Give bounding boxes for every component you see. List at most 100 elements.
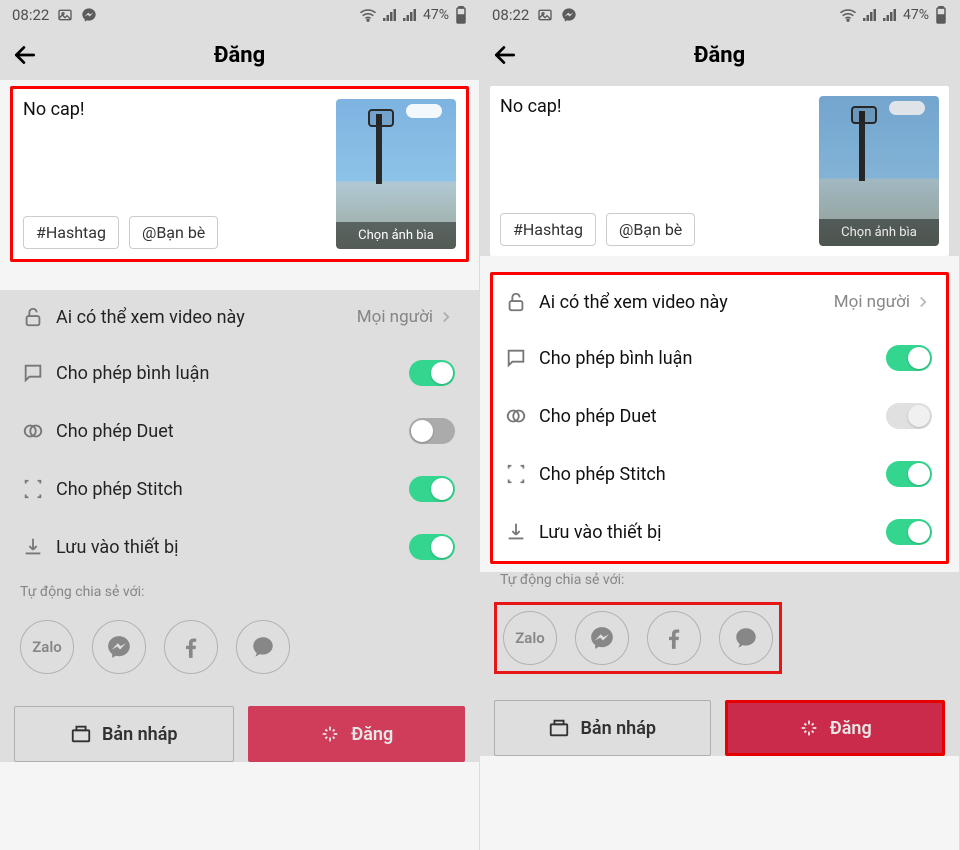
sparkle-icon xyxy=(319,723,341,745)
chat-bubble-icon xyxy=(733,625,759,651)
share-messenger-button[interactable] xyxy=(92,620,146,674)
lower-section: Ai có thể xem video này Mọi người Cho ph… xyxy=(0,290,479,762)
download-icon xyxy=(501,521,531,543)
hashtag-chip[interactable]: #Hashtag xyxy=(500,213,596,246)
gallery-status-icon xyxy=(57,7,73,23)
comments-toggle[interactable] xyxy=(886,345,932,371)
status-bar: 08:22 47% xyxy=(480,0,959,30)
comment-icon xyxy=(501,347,531,369)
draft-button[interactable]: Bản nháp xyxy=(14,706,234,762)
page-title: Đăng xyxy=(694,43,745,68)
duet-icon xyxy=(501,405,531,427)
mention-chip[interactable]: @Bạn bè xyxy=(129,216,218,249)
caption-input[interactable]: No cap! xyxy=(23,99,326,120)
privacy-label: Ai có thể xem video này xyxy=(539,292,834,313)
share-row: Zalo xyxy=(14,614,296,680)
header: Đăng xyxy=(480,30,959,80)
share-facebook-button[interactable] xyxy=(647,611,701,665)
share-row: Zalo xyxy=(494,602,782,674)
share-section: Tự động chia sẻ với: Zalo Bản nháp Đăng xyxy=(480,572,959,756)
arrow-left-icon xyxy=(12,42,38,68)
facebook-icon xyxy=(661,625,687,651)
caption-area: No cap! #Hashtag @Bạn bè Chọn ảnh bìa xyxy=(490,86,949,256)
status-time: 08:22 xyxy=(492,6,529,24)
signal-icon-1 xyxy=(383,9,397,21)
save-label: Lưu vào thiết bị xyxy=(56,537,409,558)
save-label: Lưu vào thiết bị xyxy=(539,522,886,543)
messenger-icon xyxy=(106,634,132,660)
save-toggle[interactable] xyxy=(886,519,932,545)
save-row: Lưu vào thiết bị xyxy=(493,503,946,561)
duet-toggle[interactable] xyxy=(886,403,932,429)
share-messenger-button[interactable] xyxy=(575,611,629,665)
bottom-row: Bản nháp Đăng xyxy=(14,706,465,762)
stitch-row: Cho phép Stitch xyxy=(10,460,469,518)
stitch-icon xyxy=(501,463,531,485)
status-area: 08:22 47% Đăng xyxy=(0,0,479,80)
battery-icon xyxy=(935,6,947,24)
mention-chip[interactable]: @Bạn bè xyxy=(606,213,695,246)
chevron-right-icon xyxy=(914,293,932,311)
draft-label: Bản nháp xyxy=(102,724,178,745)
stitch-toggle[interactable] xyxy=(409,476,455,502)
video-thumbnail[interactable]: Chọn ảnh bìa xyxy=(819,96,939,246)
choose-cover-button[interactable]: Chọn ảnh bìa xyxy=(336,222,456,249)
caption-input[interactable]: No cap! xyxy=(500,96,809,117)
comments-row: Cho phép bình luận xyxy=(493,329,946,387)
duet-row: Cho phép Duet xyxy=(493,387,946,445)
draft-button[interactable]: Bản nháp xyxy=(494,700,711,756)
signal-icon-2 xyxy=(883,9,897,21)
comments-label: Cho phép bình luận xyxy=(56,363,409,384)
chevron-right-icon xyxy=(437,308,455,326)
gallery-status-icon xyxy=(537,7,553,23)
stitch-label: Cho phép Stitch xyxy=(56,479,409,500)
draft-label: Bản nháp xyxy=(580,718,656,739)
battery-text: 47% xyxy=(903,7,929,23)
messenger-status-icon xyxy=(81,7,97,23)
phone-right: 08:22 47% Đăng No cap! #Hashtag xyxy=(480,0,960,850)
duet-icon xyxy=(18,420,48,442)
privacy-value: Mọi người xyxy=(357,307,433,327)
privacy-value: Mọi người xyxy=(834,292,910,312)
facebook-icon xyxy=(178,634,204,660)
settings-panel: Ai có thể xem video này Mọi người Cho ph… xyxy=(10,290,469,576)
hashtag-chip[interactable]: #Hashtag xyxy=(23,216,119,249)
draft-icon xyxy=(548,717,570,739)
share-zalo-button[interactable]: Zalo xyxy=(20,620,74,674)
share-chat-button[interactable] xyxy=(719,611,773,665)
draft-icon xyxy=(70,723,92,745)
status-bar: 08:22 47% xyxy=(0,0,479,30)
duet-label: Cho phép Duet xyxy=(56,421,409,442)
save-row: Lưu vào thiết bị xyxy=(10,518,469,576)
privacy-row[interactable]: Ai có thể xem video này Mọi người xyxy=(10,290,469,344)
caption-area: No cap! #Hashtag @Bạn bè Chọn ảnh bìa xyxy=(10,86,469,262)
save-toggle[interactable] xyxy=(409,534,455,560)
signal-icon-2 xyxy=(403,9,417,21)
chat-bubble-icon xyxy=(250,634,276,660)
share-chat-button[interactable] xyxy=(236,620,290,674)
post-button[interactable]: Đăng xyxy=(248,706,466,762)
back-button[interactable] xyxy=(492,30,532,80)
lock-open-icon xyxy=(501,291,531,313)
stitch-toggle[interactable] xyxy=(886,461,932,487)
privacy-label: Ai có thể xem video này xyxy=(56,307,357,328)
choose-cover-button[interactable]: Chọn ảnh bìa xyxy=(819,219,939,246)
duet-row: Cho phép Duet xyxy=(10,402,469,460)
post-button[interactable]: Đăng xyxy=(725,700,946,756)
messenger-icon xyxy=(589,625,615,651)
privacy-row[interactable]: Ai có thể xem video này Mọi người xyxy=(493,275,946,329)
share-facebook-button[interactable] xyxy=(164,620,218,674)
share-zalo-button[interactable]: Zalo xyxy=(503,611,557,665)
post-label: Đăng xyxy=(351,724,393,745)
back-button[interactable] xyxy=(12,30,52,80)
post-label: Đăng xyxy=(830,718,872,739)
comments-toggle[interactable] xyxy=(409,360,455,386)
video-thumbnail[interactable]: Chọn ảnh bìa xyxy=(336,99,456,249)
messenger-status-icon xyxy=(561,7,577,23)
share-label: Tự động chia sẻ với: xyxy=(20,584,459,600)
wifi-icon xyxy=(839,8,857,22)
page-title: Đăng xyxy=(214,43,265,68)
battery-text: 47% xyxy=(423,7,449,23)
duet-toggle[interactable] xyxy=(409,418,455,444)
phone-left: 08:22 47% Đăng No cap! #Hashtag xyxy=(0,0,480,850)
